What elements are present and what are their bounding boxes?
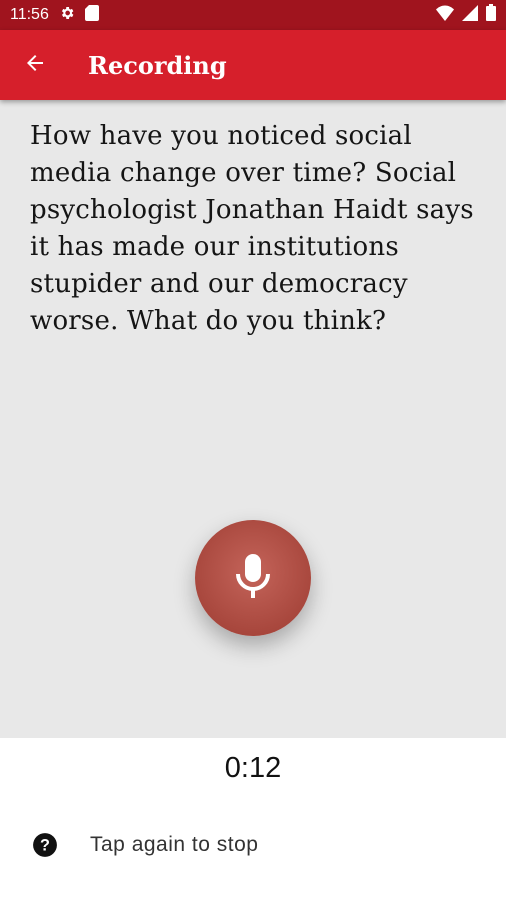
page-title: Recording [88, 50, 227, 80]
svg-text:?: ? [40, 836, 50, 854]
settings-icon [59, 5, 75, 26]
signal-icon [462, 4, 478, 26]
elapsed-time: 0:12 [224, 752, 282, 784]
recording-footer: 0:12 ? Tap again to stop [0, 738, 506, 900]
record-button[interactable] [195, 520, 311, 636]
microphone-icon [233, 552, 273, 605]
app-bar: Recording [0, 30, 506, 100]
prompt-area: How have you noticed social media change… [0, 100, 506, 738]
hint-text: Tap again to stop [90, 833, 259, 856]
battery-icon [486, 4, 496, 26]
status-time: 11:56 [10, 6, 49, 23]
status-bar: 11:56 [0, 0, 506, 30]
question-text: How have you noticed social media change… [30, 121, 474, 336]
hint-row: ? Tap again to stop [32, 832, 258, 858]
sd-card-icon [84, 4, 99, 26]
wifi-icon [436, 5, 454, 26]
back-button[interactable] [0, 30, 70, 100]
help-circle-icon[interactable]: ? [32, 832, 58, 858]
arrow-left-icon [23, 51, 47, 80]
